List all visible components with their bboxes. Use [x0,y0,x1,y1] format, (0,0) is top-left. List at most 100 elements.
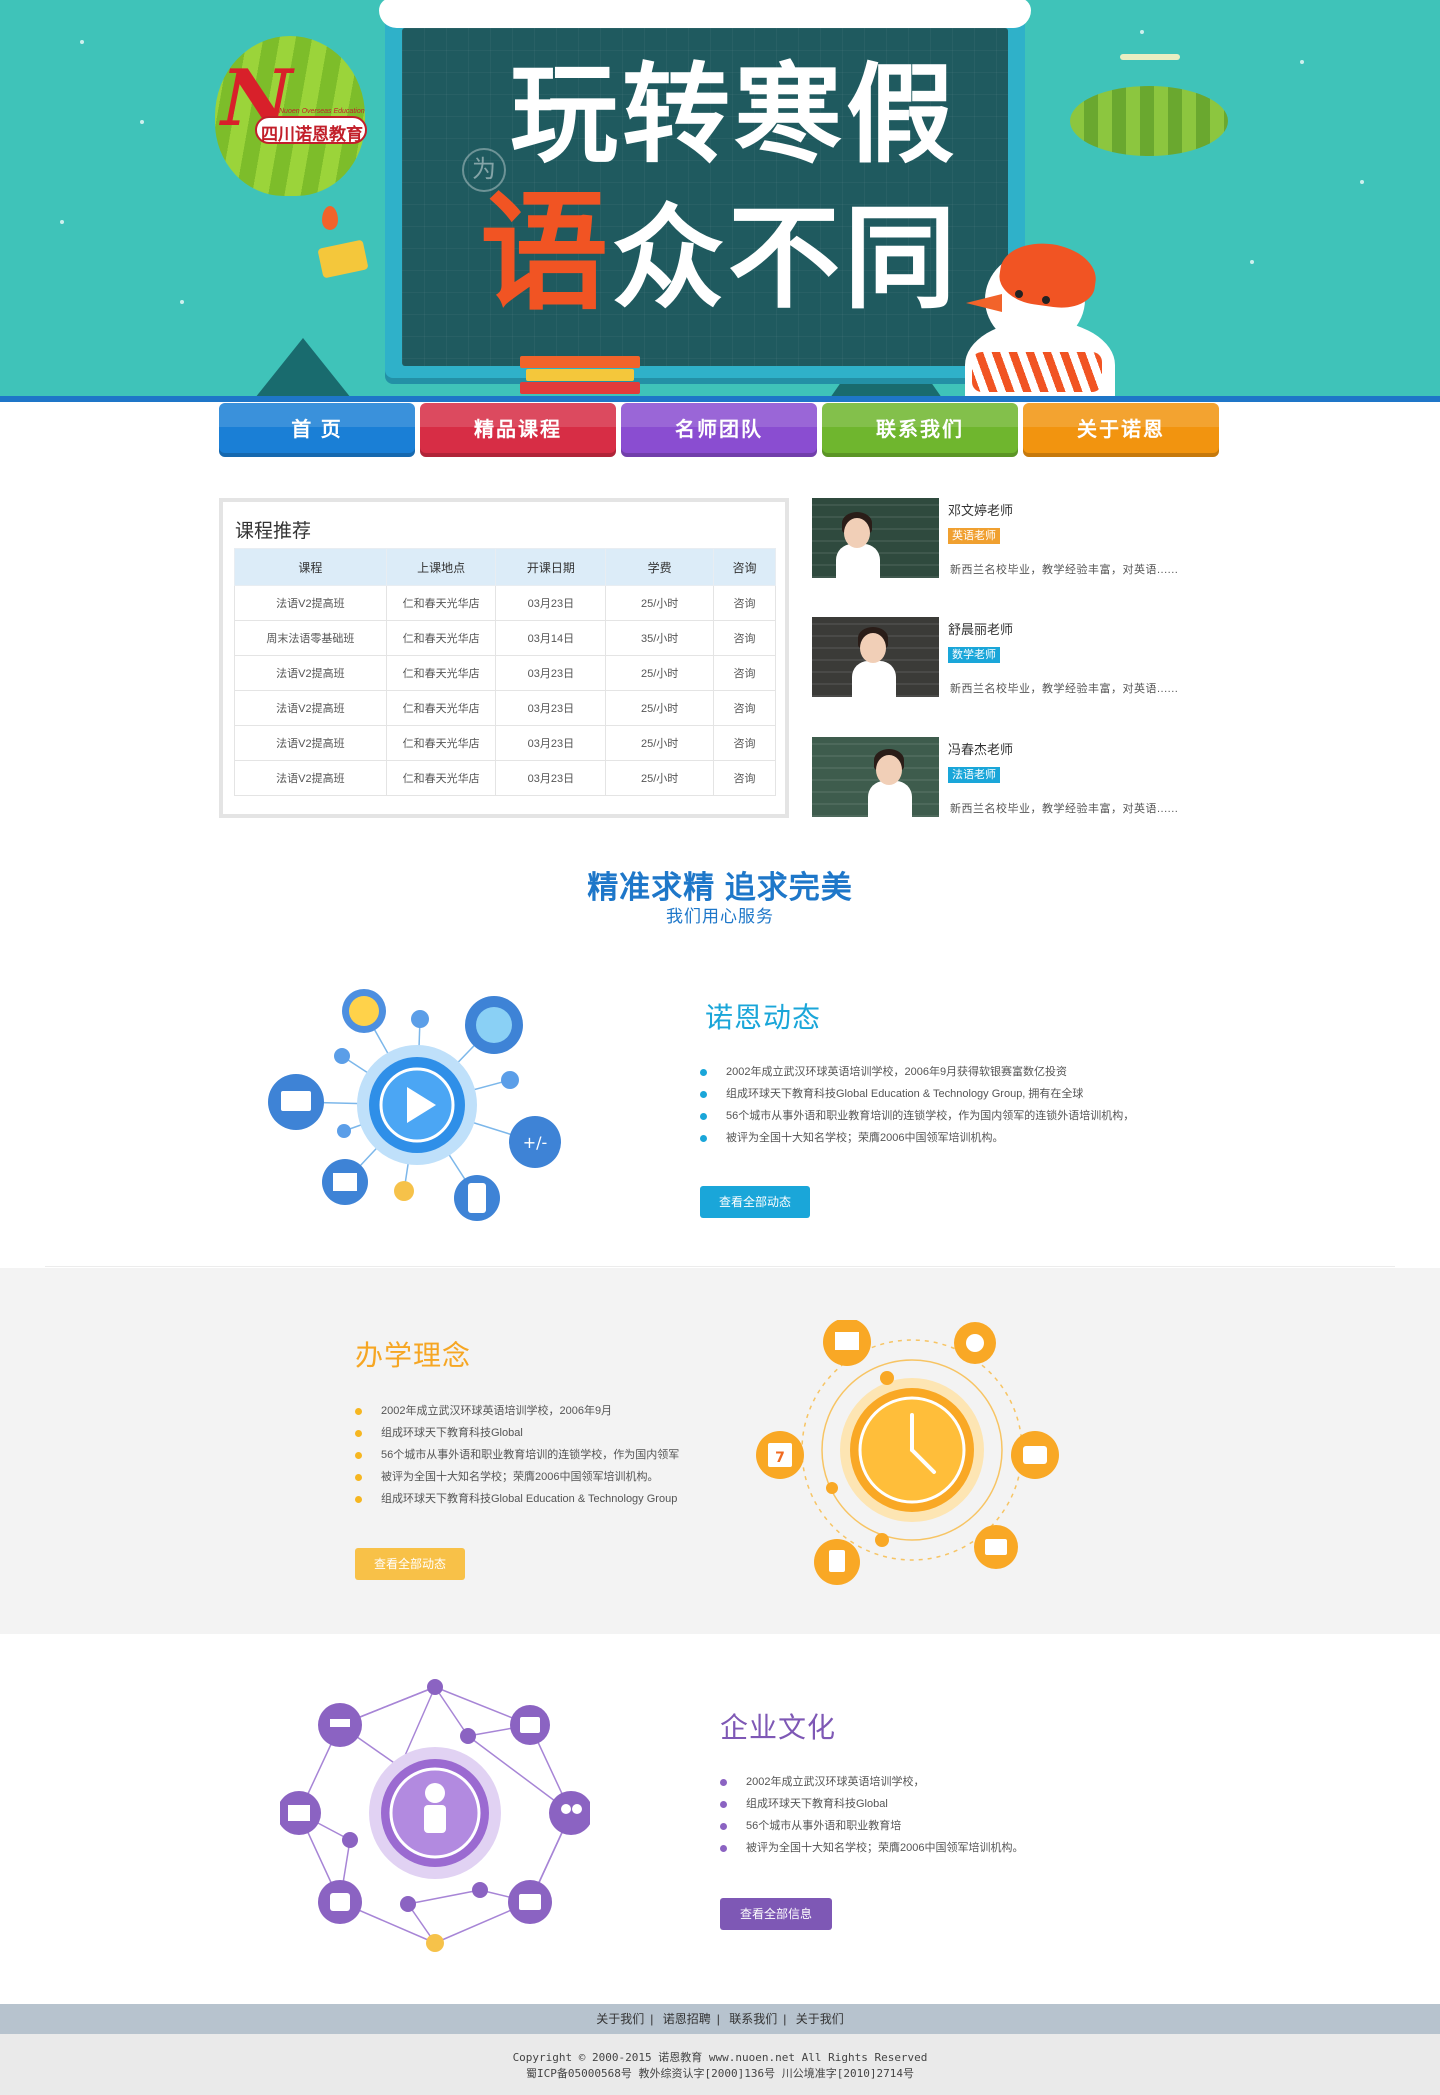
copyright-text: Copyright © 2000-2015 诺恩教育 www.nuoen.net… [512,2051,928,2064]
footer-link-about[interactable]: 关于我们 [596,2012,644,2026]
book-icon [333,1173,357,1191]
tablet-icon [829,1550,845,1572]
table-cell: 仁和春天光华店 [385,760,497,796]
teacher-name: 邓文婷老师 [948,503,1014,518]
list-item: 56个城市从事外语和职业教育培训的连锁学校，作为国内领军 [355,1444,679,1466]
list-item: 组成环球天下教育科技Global [355,1422,679,1444]
lock-icon [501,1071,519,1089]
column-header: 上课地点 [385,548,497,586]
teacher-photo [812,498,939,578]
chip-icon [337,1124,351,1138]
icp-text: 蜀ICP备05000568号 教外综资认字[2000]136号 川公境准字[20… [526,2067,914,2080]
hero-subheadline: 语众不同 [480,179,961,328]
consult-link[interactable]: 咨询 [713,725,776,761]
list-item: 56个城市从事外语和职业教育培训的连锁学校，作为国内领军的连锁外语培训机构， [700,1105,1134,1127]
nav-item-teachers[interactable]: 名师团队 [621,403,817,457]
code-icon [342,1832,358,1848]
philosophy-illustration: 7 [756,1320,1059,1585]
list-item: 2002年成立武汉环球英语培训学校， [720,1771,1023,1793]
table-cell: 25/小时 [605,760,715,796]
hand-icon [330,1893,350,1911]
consult-link[interactable]: 咨询 [713,620,776,656]
teacher-card[interactable]: 舒晨丽老师 数学老师 新西兰名校毕业，教学经验丰富，对英语...... [812,617,1212,699]
nav-item-about[interactable]: 关于诺恩 [1023,403,1219,457]
teacher-name: 舒晨丽老师 [948,622,1014,637]
table-cell: 法语V2提高班 [234,585,387,621]
footer-link-contact[interactable]: 联系我们 [729,2012,777,2026]
list-item: 2002年成立武汉环球英语培训学校，2006年9月 [355,1400,679,1422]
propeller-decoration [1120,54,1180,60]
consult-link[interactable]: 咨询 [713,655,776,691]
course-table: 课程 上课地点 开课日期 学费 咨询 法语V2提高班 仁和春天光华店 03月23日 2… [234,548,776,796]
snowman-scarf [972,352,1102,392]
lightbulb-icon [349,996,379,1026]
thumbs-up-icon [966,1334,984,1352]
column-header: 开课日期 [495,548,607,586]
list-item: 被评为全国十大知名学校；荣膺2006中国领军培训机构。 [700,1127,1134,1149]
flame-decoration [322,206,338,230]
consult-link[interactable]: 咨询 [713,760,776,796]
table-cell: 03月23日 [495,725,607,761]
view-all-news-button[interactable]: 查看全部动态 [700,1186,810,1218]
consult-link[interactable]: 咨询 [713,585,776,621]
books-decoration [520,356,640,396]
site-logo[interactable]: N Nuoen Overseas Education 四川诺恩教育 [215,60,367,150]
column-header: 咨询 [713,548,776,586]
teacher-description: 新西兰名校毕业，教学经验丰富，对英语...... [950,564,1179,576]
balloon-basket-decoration [317,239,369,279]
users-icon [561,1804,571,1814]
list-item: 被评为全国十大知名学校；荣膺2006中国领军培训机构。 [355,1466,679,1488]
teacher-subject-badge: 数学老师 [948,647,1000,663]
section-divider [45,1266,1395,1267]
hero-bottom-line [0,396,1440,402]
culture-section-title: 企业文化 [720,1712,837,1743]
teacher-card[interactable]: 邓文婷老师 英语老师 新西兰名校毕业，教学经验丰富，对英语...... [812,498,1212,580]
footer-link-about-2[interactable]: 关于我们 [796,2012,844,2026]
teacher-card[interactable]: 冯春杰老师 法语老师 新西兰名校毕业，教学经验丰富，对英语...... [812,737,1212,819]
presentation-icon [288,1805,310,1821]
table-row: 法语V2提高班 仁和春天光华店 03月23日 25/小时 咨询 [234,725,776,761]
news-list: 2002年成立武汉环球英语培训学校，2006年9月获得软银赛富数亿投资 组成环球… [700,1061,1134,1149]
table-cell: 03月23日 [495,655,607,691]
teacher-subject-badge: 法语老师 [948,767,1000,783]
philosophy-list: 2002年成立武汉环球英语培训学校，2006年9月 组成环球天下教育科技Glob… [355,1400,679,1510]
nav-item-courses[interactable]: 精品课程 [420,403,616,457]
marker-icon [400,1896,416,1912]
consult-link[interactable]: 咨询 [713,690,776,726]
list-item: 组成环球天下教育科技Global [720,1793,1023,1815]
table-cell: 03月23日 [495,760,607,796]
pie-chart-icon [330,1719,350,1727]
philosophy-section-title: 办学理念 [355,1340,472,1371]
view-all-culture-button[interactable]: 查看全部信息 [720,1898,832,1930]
table-cell: 35/小时 [605,620,715,656]
table-cell: 25/小时 [605,690,715,726]
nav-item-contact[interactable]: 联系我们 [822,403,1018,457]
course-panel-title: 课程推荐 [235,521,312,542]
monitor-code-icon [281,1091,311,1111]
table-cell: 25/小时 [605,725,715,761]
video-icon [985,1539,1007,1555]
teacher-name: 冯春杰老师 [948,742,1014,757]
culture-illustration [280,1679,590,1952]
snowman-eye [1015,290,1023,298]
table-cell: 法语V2提高班 [234,760,387,796]
list-item: 组成环球天下教育科技Global Education & Technology … [700,1083,1134,1105]
table-row: 法语V2提高班 仁和春天光华店 03月23日 25/小时 咨询 [234,690,776,726]
teacher-description: 新西兰名校毕业，教学经验丰富，对英语...... [950,803,1179,815]
view-all-philosophy-button[interactable]: 查看全部动态 [355,1548,465,1580]
course-recommend-panel: 课程推荐 课程 上课地点 开课日期 学费 咨询 法语V2提高班 仁和春天光华店 03… [219,498,789,818]
note-icon [880,1371,894,1385]
table-header-row: 课程 上课地点 开课日期 学费 咨询 [234,548,776,586]
chat-icon [411,1010,429,1028]
footer-link-recruit[interactable]: 诺恩招聘 [663,2012,711,2026]
nav-item-home[interactable]: 首 页 [219,403,415,457]
main-nav: 首 页 精品课程 名师团队 联系我们 关于诺恩 [219,403,1219,458]
cloud-calc-icon: +/- [523,1133,548,1152]
column-header: 学费 [605,548,715,586]
tree-decoration [255,338,351,396]
teacher-subject-badge: 英语老师 [948,528,1000,544]
table-row: 法语V2提高班 仁和春天光华店 03月23日 25/小时 咨询 [234,760,776,796]
table-cell: 周末法语零基础班 [234,620,387,656]
globe-icon [476,1007,512,1043]
table-cell: 法语V2提高班 [234,690,387,726]
